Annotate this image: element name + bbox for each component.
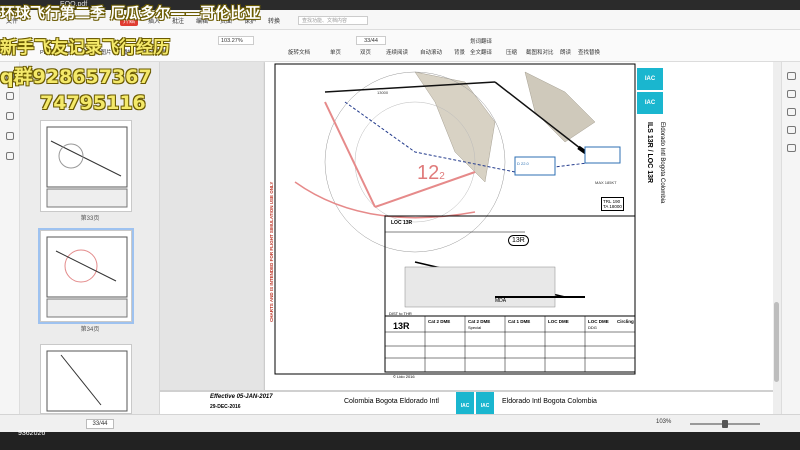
hand-icon[interactable] <box>787 90 796 98</box>
bookmark-icon[interactable] <box>6 92 14 100</box>
minima-header: Circling <box>617 319 634 324</box>
rotate-button[interactable]: 旋转文档 <box>288 48 310 56</box>
minima-header: Cat 2 DME <box>428 319 451 324</box>
side-tab: IAC <box>637 68 663 90</box>
thumbnail-panel: 第33页 第34页 <box>20 62 176 414</box>
overlay-caption-title: 环球飞行第二季 厄瓜多尔——哥伦比亚 <box>0 4 261 22</box>
minima-header: LOC DME <box>588 319 609 324</box>
minima-subheader: DDG <box>588 325 597 330</box>
thumbnail-chart-preview <box>46 236 128 318</box>
next-page-preview: Effective 05-JAN-2017 29-DEC-2016 Colomb… <box>160 390 775 414</box>
screenshot-compare-button[interactable]: 截图和对比 <box>526 48 554 56</box>
left-icon-rail <box>0 62 20 432</box>
side-tab: IAC <box>637 92 663 114</box>
thumbnail-chart-preview <box>46 350 128 412</box>
right-tool-rail <box>781 62 800 414</box>
double-page-button[interactable]: 双页 <box>360 48 371 56</box>
footer-location-left: Colombia Bogota Eldorado Intl <box>344 398 439 405</box>
max-speed: MAX 185KT <box>595 180 617 185</box>
status-bar: 33/44 103% <box>0 414 800 432</box>
single-page-button[interactable]: 单页 <box>330 48 341 56</box>
find-replace-button[interactable]: 查找替换 <box>578 48 600 56</box>
transition-level: TRL 190 TA 18000 <box>601 197 624 211</box>
pdf-reader-window: EQO.pdf 文件 开始 插入 批注 编辑 页面 保护 转换 查找功能、文档内… <box>0 0 800 450</box>
footer-tab: IAC <box>456 392 474 414</box>
runway-code-bubble: 13R <box>508 235 529 246</box>
chart-page: CHARTS AND IS INTENDED FOR FLIGHT SIMULA… <box>265 62 775 392</box>
airport-title: Eldorado Intl Bogota Colombia <box>659 122 665 204</box>
dist-box: D 22.0 <box>517 161 529 166</box>
approach-altitude: 13000 <box>377 90 389 95</box>
attachment-icon[interactable] <box>6 132 14 140</box>
text-icon[interactable] <box>787 126 796 134</box>
minima-header: Cat 1 DME <box>508 319 531 324</box>
page-thumbnail[interactable] <box>40 120 132 212</box>
overlay-caption-subtitle: 新手飞友记录飞行经历 <box>0 38 170 58</box>
continuous-reading-button[interactable]: 连续阅读 <box>386 48 408 56</box>
background-button[interactable]: 背景 <box>454 48 465 56</box>
msa-sector-number: 122 <box>417 162 445 184</box>
full-translate-button[interactable]: 全文翻译 <box>470 48 492 56</box>
page-number-input[interactable]: 33/44 <box>356 36 386 45</box>
word-translate-button[interactable]: 划词翻译 <box>470 37 492 45</box>
thumbnail-label: 第34页 <box>80 327 100 333</box>
stream-id: 9362026 <box>18 430 46 437</box>
status-page-input[interactable]: 33/44 <box>86 419 114 429</box>
minima-header: LOC DME <box>548 319 569 324</box>
footer-location-right: Eldorado Intl Bogota Colombia <box>502 398 597 405</box>
minima-subheader: Special <box>468 325 482 330</box>
zoom-slider-handle[interactable] <box>722 420 728 428</box>
status-zoom: 103% <box>656 419 672 425</box>
runway-code-table: 13R <box>393 321 410 331</box>
compress-button[interactable]: 压缩 <box>506 48 517 56</box>
overlay-caption-number: 74795116 <box>40 92 146 114</box>
search-input[interactable]: 查找功能、文档内容 <box>298 16 368 25</box>
video-bottom-strip: 9362026 <box>0 430 800 450</box>
signature-icon[interactable] <box>6 152 14 160</box>
effective-label: Effective 05-JAN-2017 <box>210 394 273 400</box>
procedure-title: ILS 13R / LOC 13R <box>646 122 653 184</box>
page-thumbnail[interactable] <box>40 344 132 414</box>
scrollbar-thumb[interactable] <box>774 302 779 382</box>
zoom-input[interactable]: 103.27% <box>218 36 254 45</box>
page-thumbnail[interactable] <box>38 228 134 324</box>
footer-tab: IAC <box>476 392 494 414</box>
vertical-scrollbar[interactable] <box>773 62 781 414</box>
read-aloud-button[interactable]: 朗读 <box>560 48 571 56</box>
thumbnail-label: 第33页 <box>80 216 100 222</box>
minima-header: Cat 2 DME <box>468 319 491 324</box>
loc-dme-label: LOC 13R <box>391 220 413 226</box>
comment-icon[interactable] <box>6 112 14 120</box>
menu-convert[interactable]: 转换 <box>268 16 280 25</box>
settings-icon[interactable] <box>787 144 796 152</box>
mda-label: MDA <box>495 298 507 304</box>
edit-icon[interactable] <box>787 108 796 116</box>
approach-chart <box>274 63 636 375</box>
document-viewport: CHARTS AND IS INTENDED FOR FLIGHT SIMULA… <box>160 62 775 414</box>
thumbnail-chart-preview <box>46 126 128 208</box>
select-icon[interactable] <box>787 72 796 80</box>
overlay-caption-qq: q群928657367 <box>0 66 152 88</box>
issue-date: 29-DEC-2016 <box>210 404 241 410</box>
dist-to-thr: DIST to THR <box>389 311 412 316</box>
simulation-warning: CHARTS AND IS INTENDED FOR FLIGHT SIMULA… <box>269 181 274 322</box>
auto-scroll-button[interactable]: 自动滚动 <box>420 48 442 56</box>
lido-copyright: © Lido 2016 <box>393 374 415 379</box>
